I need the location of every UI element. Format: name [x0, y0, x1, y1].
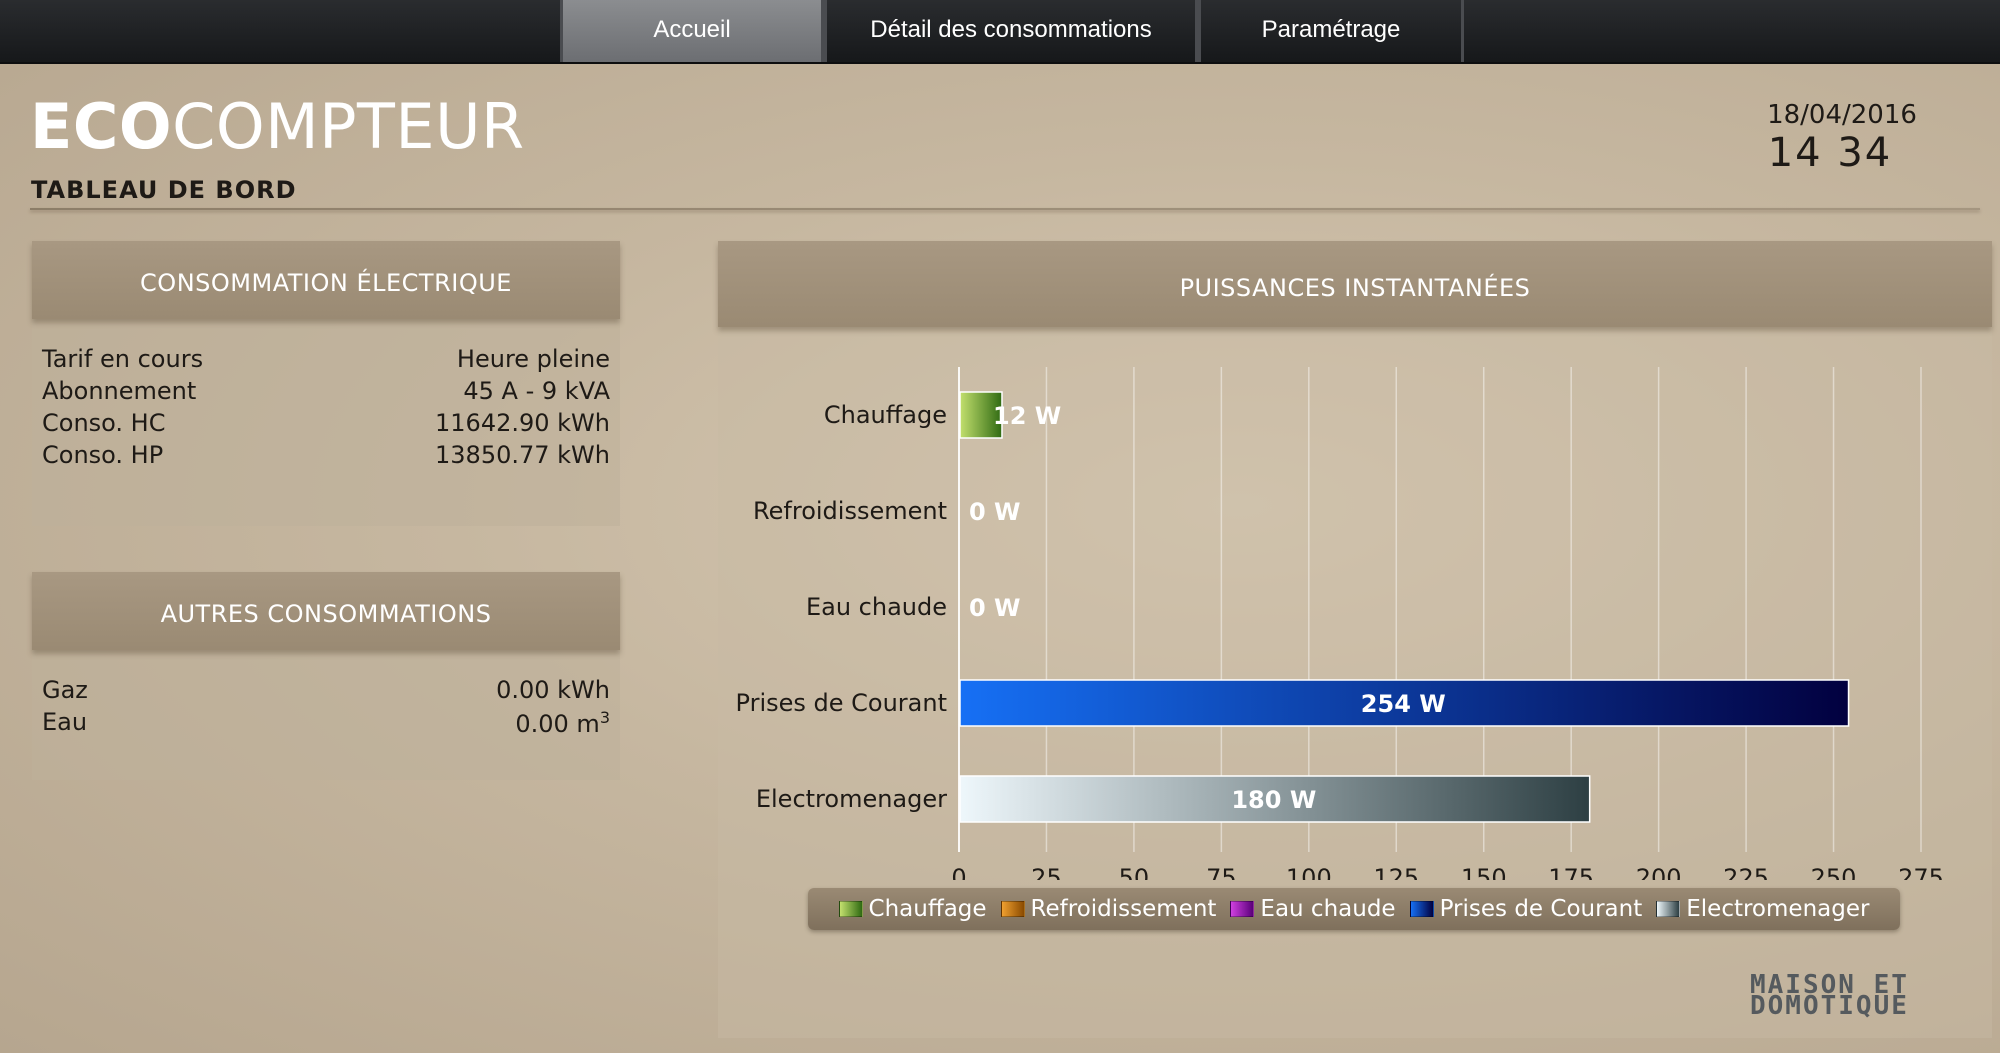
electric-panel-title: CONSOMMATION ÉLECTRIQUE: [32, 241, 620, 319]
x-tick-label: 75: [1206, 864, 1237, 880]
kv-label: Conso. HP: [42, 441, 164, 469]
legend-label: Electromenager: [1686, 896, 1870, 922]
kv-label: Conso. HC: [42, 409, 166, 437]
bar-value-label: 12 W: [993, 402, 1061, 430]
kv-label: Gaz: [42, 676, 88, 704]
kv-value-exponent: 3: [599, 708, 610, 727]
x-tick-label: 150: [1461, 864, 1507, 880]
legend-swatch: [1656, 901, 1681, 917]
legend-item[interactable]: Refroidissement: [1000, 896, 1217, 922]
kv-row: Conso. HC 11642.90 kWh: [42, 409, 610, 441]
legend-item[interactable]: Electromenager: [1656, 896, 1869, 922]
kv-value: 0.00 kWh: [496, 676, 610, 704]
category-label: Electromenager: [756, 785, 947, 813]
kv-label: Abonnement: [42, 377, 197, 405]
other-panel-title: AUTRES CONSOMMATIONS: [32, 572, 620, 650]
legend-item[interactable]: Eau chaude: [1230, 896, 1396, 922]
legend-label: Eau chaude: [1260, 896, 1396, 922]
kv-value: 13850.77 kWh: [435, 441, 610, 469]
page-title: TABLEAU DE BORD: [31, 176, 297, 204]
power-bar-chart: 12 W 0 W 0 W 254 W 180 W Chauffage Refroidiss…: [736, 367, 1944, 880]
x-tick-label: 50: [1119, 864, 1150, 880]
kv-label: Tarif en cours: [42, 345, 204, 373]
x-tick-label: 225: [1723, 864, 1769, 880]
header-divider: [30, 208, 1980, 210]
kv-value: 45 A - 9 kVA: [463, 377, 610, 405]
kv-value: 11642.90 kWh: [435, 409, 610, 437]
electric-consumption-panel: CONSOMMATION ÉLECTRIQUE Tarif en cours H…: [32, 241, 620, 526]
current-date: 18/04/2016: [1767, 100, 1917, 130]
legend-swatch: [1000, 901, 1025, 917]
chart-x-ticks: 0 25 50 75 100 125 150 175 200 225 250 275: [951, 864, 1944, 880]
legend-label: Refroidissement: [1030, 896, 1217, 922]
x-tick-label: 25: [1031, 864, 1062, 880]
app-brand: ECOCOMPTEUR: [30, 90, 525, 163]
legend-swatch: [1230, 901, 1255, 917]
legend-label: Prises de Courant: [1439, 896, 1643, 922]
kv-row: Eau 0.00 m3: [42, 708, 610, 740]
kv-row: Tarif en cours Heure pleine: [42, 345, 610, 377]
brand-compteur: COMPTEUR: [172, 90, 525, 163]
legend-item[interactable]: Chauffage: [838, 896, 987, 922]
logo-line-2: DOMOTIQUE: [1750, 991, 1909, 1021]
tab-accueil[interactable]: Accueil: [560, 0, 824, 62]
chart-category-labels: Chauffage Refroidissement Eau chaude Prises…: [736, 401, 948, 813]
current-time: 14 34: [1767, 130, 1893, 176]
legend-label: Chauffage: [868, 896, 987, 922]
kv-row: Conso. HP 13850.77 kWh: [42, 441, 610, 473]
top-navigation: Accueil Détail des consommations Paramét…: [0, 0, 2000, 64]
x-tick-label: 275: [1898, 864, 1944, 880]
legend-item[interactable]: Prises de Courant: [1409, 896, 1643, 922]
kv-value: Heure pleine: [456, 345, 610, 373]
chart-bars: 12 W 0 W 0 W 254 W 180 W: [959, 391, 1850, 823]
x-tick-label: 125: [1373, 864, 1419, 880]
chart-legend: Chauffage Refroidissement Eau chaude Prises…: [808, 888, 1900, 930]
x-tick-label: 100: [1286, 864, 1332, 880]
legend-swatch: [838, 901, 863, 917]
kv-row: Abonnement 45 A - 9 kVA: [42, 377, 610, 409]
x-tick-label: 250: [1811, 864, 1857, 880]
other-consumption-panel: AUTRES CONSOMMATIONS Gaz 0.00 kWh Eau 0.…: [32, 572, 620, 780]
x-tick-label: 200: [1636, 864, 1682, 880]
tab-detail-consommations[interactable]: Détail des consommations: [824, 0, 1198, 62]
category-label: Prises de Courant: [736, 689, 947, 717]
kv-row: Gaz 0.00 kWh: [42, 676, 610, 708]
brand-eco: ECO: [30, 90, 173, 163]
category-label: Refroidissement: [753, 497, 947, 525]
bar-value-label: 180 W: [1231, 786, 1316, 814]
category-label: Chauffage: [824, 401, 947, 429]
bar-value-label: 0 W: [969, 594, 1021, 622]
maison-et-domotique-logo: MAISON ET DOMOTIQUE: [1750, 972, 1970, 1025]
legend-swatch: [1409, 901, 1434, 917]
tab-parametrage[interactable]: Paramétrage: [1198, 0, 1464, 62]
chart-panel-title: PUISSANCES INSTANTANÉES: [718, 241, 1992, 327]
bar-value-label: 0 W: [969, 498, 1021, 526]
kv-label: Eau: [42, 708, 88, 736]
kv-value: 0.00 m3: [515, 708, 610, 738]
kv-value-text: 0.00 m: [515, 710, 600, 738]
x-tick-label: 0: [951, 864, 966, 880]
category-label: Eau chaude: [806, 593, 947, 621]
bar-value-label: 254 W: [1361, 690, 1446, 718]
x-tick-label: 175: [1548, 864, 1594, 880]
